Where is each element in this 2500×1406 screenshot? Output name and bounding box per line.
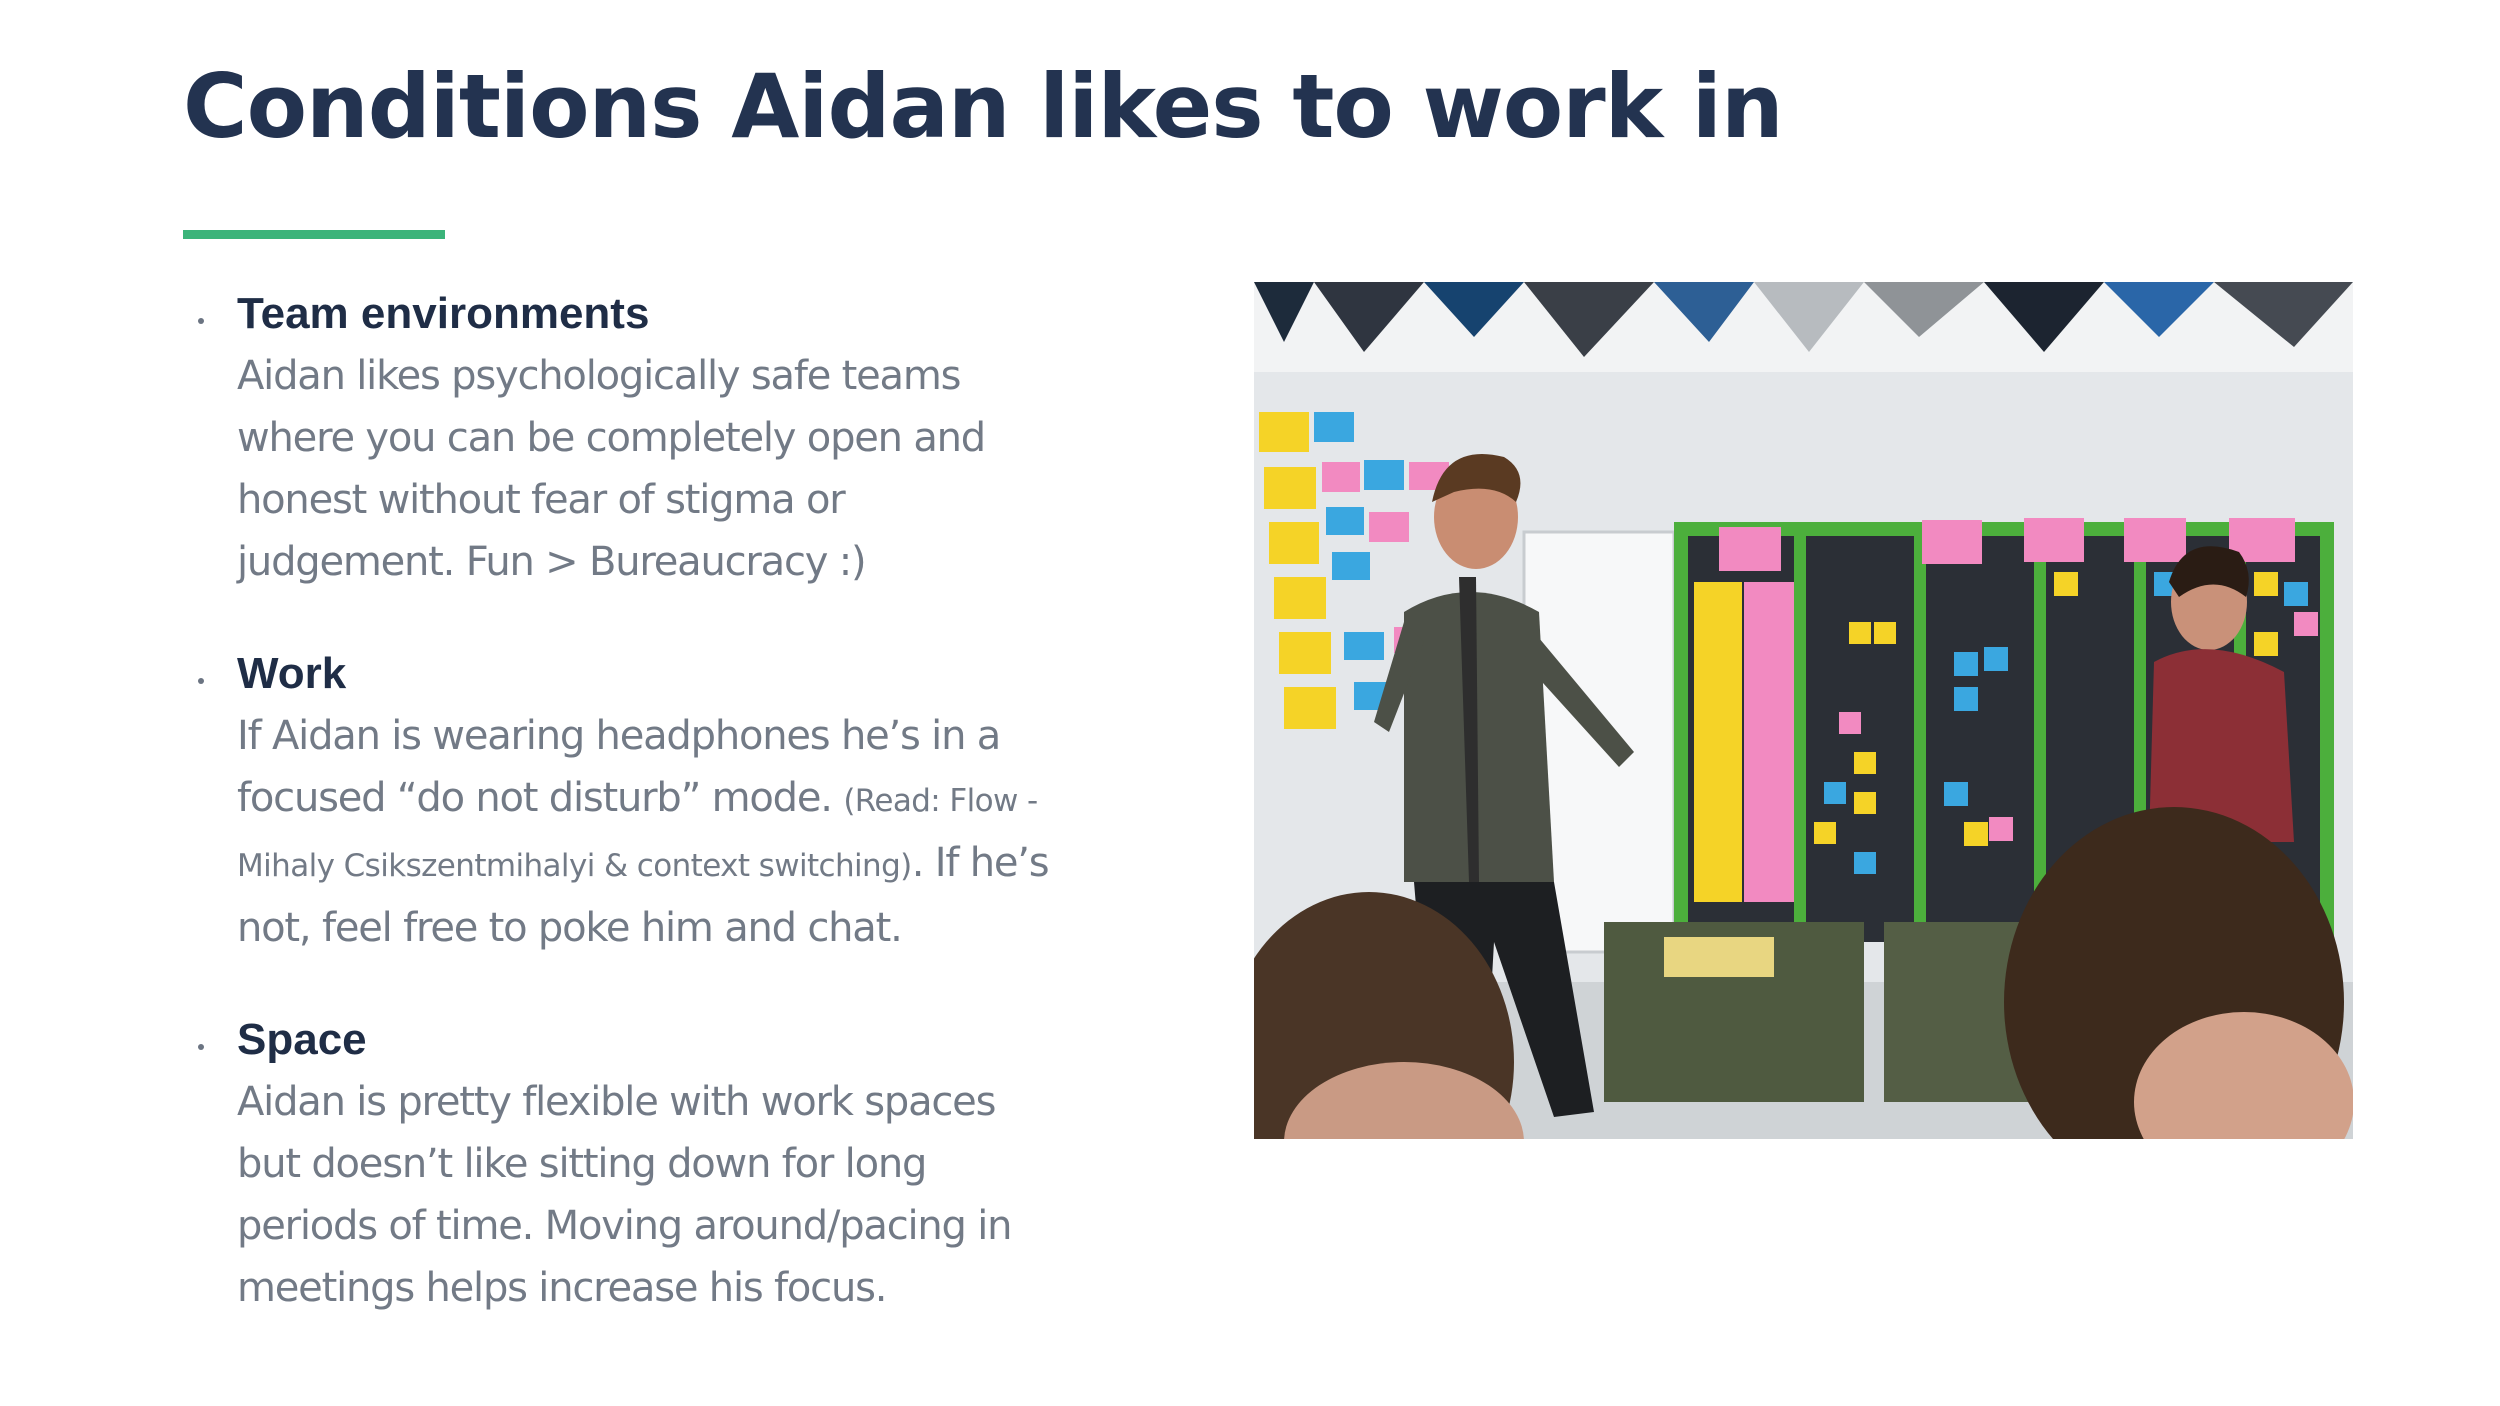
body-line: Aidan likes psychologically safe teams bbox=[237, 353, 961, 399]
section-space: Space Aidan is pretty flexible with work… bbox=[183, 1011, 1113, 1319]
body-line: not, feel free to poke him and chat. bbox=[237, 905, 903, 951]
section-body: Aidan likes psychologically safe teams w… bbox=[237, 345, 1113, 593]
team-board-illustration bbox=[1254, 282, 2353, 1139]
bullet-dot-icon bbox=[198, 678, 204, 684]
bullet-list: Team environments Aidan likes psychologi… bbox=[183, 285, 1113, 1319]
body-line: where you can be completely open and bbox=[237, 415, 986, 461]
body-line: meetings helps increase his focus. bbox=[237, 1265, 887, 1311]
body-line: but doesn’t like sitting down for long bbox=[237, 1141, 927, 1187]
slide-title: Conditions Aidan likes to work in bbox=[183, 55, 1784, 158]
section-work: Work If Aidan is wearing headphones he’s… bbox=[183, 645, 1113, 959]
section-body: If Aidan is wearing headphones he’s in a… bbox=[237, 705, 1113, 959]
bullet-dot-icon bbox=[198, 1044, 204, 1050]
section-heading: Work bbox=[237, 649, 347, 698]
section-heading: Team environments bbox=[237, 289, 650, 338]
body-line: honest without fear of stigma or bbox=[237, 477, 846, 523]
title-accent-rule bbox=[183, 230, 445, 239]
reading-note: (Read: Flow - bbox=[843, 783, 1038, 819]
reading-note: Mihaly Csikszentmihalyi & context switch… bbox=[237, 848, 912, 884]
body-line: focused “do not disturb” mode. bbox=[237, 775, 833, 821]
body-line: judgement. Fun > Bureaucracy :) bbox=[237, 539, 867, 585]
section-heading: Space bbox=[237, 1015, 367, 1064]
body-line: periods of time. Moving around/pacing in bbox=[237, 1203, 1013, 1249]
body-line: Aidan is pretty flexible with work space… bbox=[237, 1079, 996, 1125]
body-line: If Aidan is wearing headphones he’s in a bbox=[237, 713, 1001, 759]
body-line: . If he’s bbox=[911, 840, 1050, 886]
section-body: Aidan is pretty flexible with work space… bbox=[237, 1071, 1113, 1319]
bullet-dot-icon bbox=[198, 318, 204, 324]
section-team-environments: Team environments Aidan likes psychologi… bbox=[183, 285, 1113, 593]
team-board-photo bbox=[1254, 282, 2353, 1139]
